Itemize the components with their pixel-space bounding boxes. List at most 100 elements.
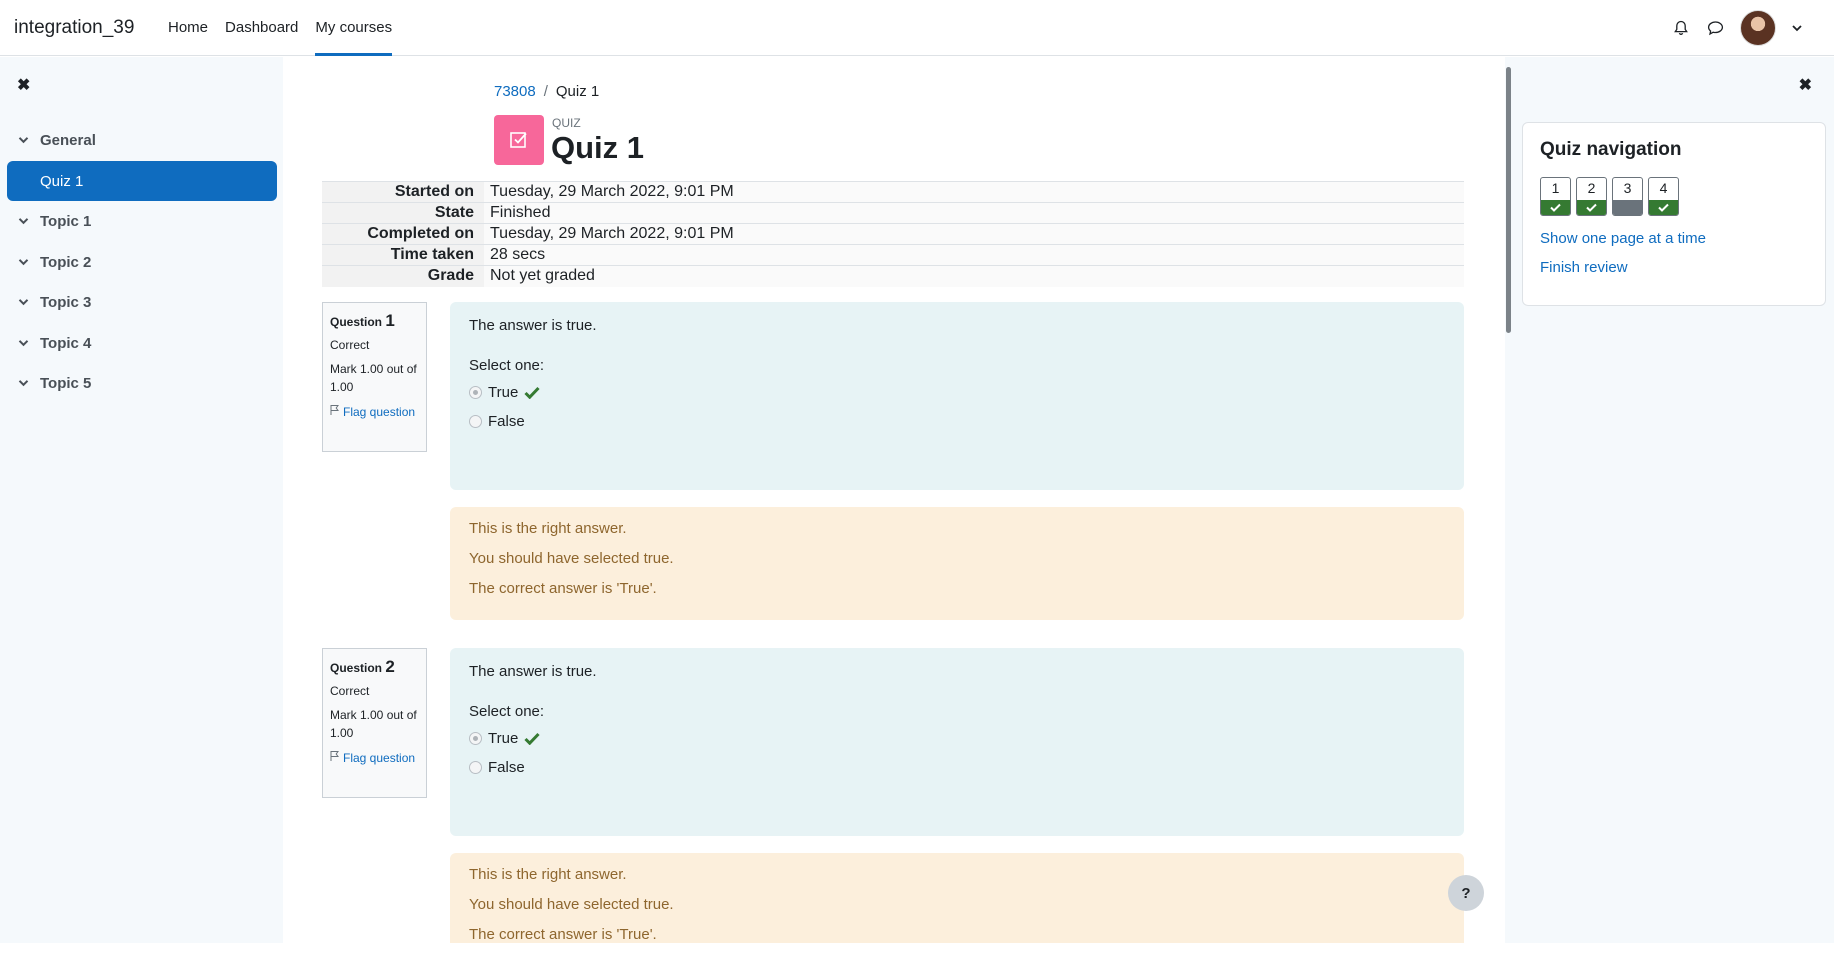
- nav-home[interactable]: Home: [168, 0, 208, 56]
- chevron-down-icon[interactable]: [7, 217, 33, 225]
- quiz-nav-button-2[interactable]: 2: [1576, 177, 1607, 216]
- quiz-nav-button-4[interactable]: 4: [1648, 177, 1679, 216]
- radio-false[interactable]: [469, 761, 482, 774]
- table-row: Grade Not yet graded: [322, 265, 1464, 287]
- chevron-down-icon[interactable]: [7, 379, 33, 387]
- top-navbar: integration_39 Home Dashboard My courses: [0, 0, 1834, 56]
- course-section-label: Topic 4: [40, 334, 92, 352]
- flag-question-label: Flag question: [343, 751, 416, 765]
- user-controls: [1672, 0, 1804, 56]
- answer-option-true[interactable]: True: [469, 384, 1445, 401]
- summary-label: Completed on: [322, 223, 484, 245]
- question-text: The answer is true.: [469, 663, 597, 680]
- chevron-down-icon[interactable]: [1792, 22, 1804, 34]
- question-1-content: The answer is true. Select one: True Fal…: [450, 302, 1464, 490]
- course-section-topic-4[interactable]: Topic 4: [7, 323, 277, 363]
- table-row: Time taken 28 secs: [322, 244, 1464, 266]
- chevron-down-icon[interactable]: [7, 298, 33, 306]
- quiz-navigation-block: Quiz navigation 1 2 3 4 Show one page at…: [1522, 122, 1826, 306]
- course-activity-quiz-1[interactable]: Quiz 1: [7, 161, 277, 201]
- course-index-drawer: ✖ General Quiz 1 Topic 1 Topic 2 Topic 3…: [0, 57, 283, 943]
- question-number: Question 1: [330, 311, 419, 331]
- quiz-nav-button-3[interactable]: 3: [1612, 177, 1643, 216]
- question-2-info: Question 2 Correct Mark 1.00 out of 1.00…: [322, 648, 427, 798]
- check-icon: [1541, 200, 1570, 215]
- feedback-line: You should have selected true.: [469, 550, 674, 567]
- quiz-nav-number: 1: [1551, 180, 1560, 196]
- check-icon: [1577, 200, 1606, 215]
- feedback-line: You should have selected true.: [469, 896, 674, 913]
- quiz-nav-number: 3: [1623, 180, 1632, 196]
- chevron-down-icon[interactable]: [7, 136, 33, 144]
- answer-option-false[interactable]: False: [469, 759, 1445, 776]
- question-mark: Mark 1.00 out of 1.00: [330, 708, 417, 740]
- flag-question-link[interactable]: Flag question: [330, 749, 419, 767]
- help-button[interactable]: ?: [1448, 875, 1484, 911]
- question-number: Question 2: [330, 657, 419, 677]
- table-row: Completed on Tuesday, 29 March 2022, 9:01…: [322, 223, 1464, 245]
- summary-label: Grade: [322, 265, 484, 287]
- block-title: Quiz navigation: [1540, 139, 1682, 160]
- radio-false[interactable]: [469, 415, 482, 428]
- not-graded-status: [1613, 200, 1642, 215]
- check-icon: [1649, 200, 1678, 215]
- course-section-topic-1[interactable]: Topic 1: [7, 201, 277, 241]
- answer-option-false[interactable]: False: [469, 413, 1445, 430]
- block-drawer: ✖ Quiz navigation 1 2 3 4 Show one page …: [1505, 57, 1834, 943]
- quiz-nav-number: 2: [1587, 180, 1596, 196]
- feedback-line: The correct answer is 'True'.: [469, 580, 657, 597]
- radio-true[interactable]: [469, 732, 482, 745]
- summary-label: State: [322, 202, 484, 224]
- main-scrollbar[interactable]: [1506, 67, 1511, 333]
- finish-review-link[interactable]: Finish review: [1540, 259, 1808, 276]
- activity-type-label: QUIZ: [552, 116, 581, 130]
- close-icon[interactable]: ✖: [17, 75, 30, 95]
- flag-icon: [330, 749, 340, 767]
- breadcrumb-current: Quiz 1: [555, 83, 600, 100]
- checkmark-icon: [524, 732, 540, 746]
- course-section-topic-3[interactable]: Topic 3: [7, 282, 277, 322]
- page-title: Quiz 1: [551, 130, 645, 165]
- course-section-label: Topic 5: [40, 374, 92, 392]
- site-name[interactable]: integration_39: [14, 17, 168, 39]
- answer-label: False: [488, 759, 525, 776]
- answer-label: True: [488, 730, 519, 747]
- main-content: 73808 / Quiz 1 QUIZ Quiz 1 Started on Tue…: [283, 57, 1505, 943]
- question-number-value: 2: [385, 657, 395, 676]
- close-icon[interactable]: ✖: [1799, 75, 1812, 95]
- question-2-content: The answer is true. Select one: True Fal…: [450, 648, 1464, 836]
- course-section-label: Topic 2: [40, 253, 92, 271]
- breadcrumb-course-link[interactable]: 73808: [494, 83, 536, 100]
- question-2-feedback: This is the right answer. You should hav…: [450, 853, 1464, 943]
- course-section-topic-2[interactable]: Topic 2: [7, 242, 277, 282]
- show-one-page-link[interactable]: Show one page at a time: [1540, 230, 1808, 247]
- bell-icon[interactable]: [1672, 19, 1690, 37]
- question-state: Correct: [330, 684, 370, 698]
- course-section-general[interactable]: General: [7, 120, 277, 160]
- nav-my-courses[interactable]: My courses: [315, 0, 392, 56]
- table-row: Started on Tuesday, 29 March 2022, 9:01 P…: [322, 181, 1464, 203]
- feedback-line: This is the right answer.: [469, 520, 627, 537]
- summary-label: Time taken: [322, 244, 484, 266]
- course-section-topic-5[interactable]: Topic 5: [7, 363, 277, 403]
- chevron-down-icon[interactable]: [7, 258, 33, 266]
- course-section-label: Topic 1: [40, 212, 92, 230]
- question-prompt: Select one:: [469, 703, 545, 720]
- flag-icon: [330, 403, 340, 421]
- chat-bubble-icon[interactable]: [1706, 19, 1724, 37]
- breadcrumb-separator: /: [543, 83, 548, 100]
- summary-value: Finished: [484, 202, 1464, 224]
- question-1-info: Question 1 Correct Mark 1.00 out of 1.00…: [322, 302, 427, 452]
- quiz-nav-buttons: 1 2 3 4: [1540, 177, 1808, 216]
- course-activity-label: Quiz 1: [40, 172, 84, 190]
- user-avatar[interactable]: [1740, 10, 1776, 46]
- quiz-nav-button-1[interactable]: 1: [1540, 177, 1571, 216]
- chevron-down-icon[interactable]: [7, 339, 33, 347]
- nav-dashboard[interactable]: Dashboard: [225, 0, 298, 56]
- answer-option-true[interactable]: True: [469, 730, 1445, 747]
- summary-value: Tuesday, 29 March 2022, 9:01 PM: [484, 223, 1464, 245]
- radio-true[interactable]: [469, 386, 482, 399]
- summary-value: Not yet graded: [484, 265, 1464, 287]
- flag-question-link[interactable]: Flag question: [330, 403, 419, 421]
- summary-label: Started on: [322, 181, 484, 203]
